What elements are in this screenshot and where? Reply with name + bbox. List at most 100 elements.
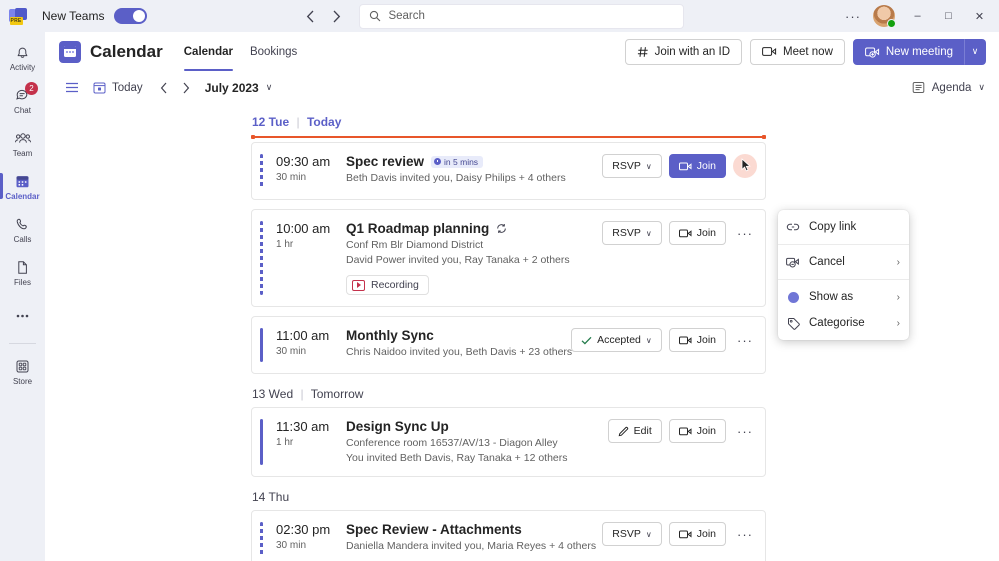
more-options-button[interactable]: ··· [733, 221, 757, 245]
month-selector[interactable]: July 2023 ∨ [205, 81, 273, 95]
join-with-id-button[interactable]: Join with an ID [625, 39, 742, 65]
back-icon[interactable] [299, 5, 321, 27]
sidebar-item-calls[interactable]: Calls [0, 208, 45, 251]
join-button[interactable]: Join [669, 221, 726, 245]
status-badge-label: in 5 mins [444, 157, 478, 167]
day-date-label: 14 Thu [252, 490, 289, 504]
file-icon [14, 258, 31, 277]
video-icon [679, 229, 692, 238]
join-label: Join [697, 334, 716, 346]
join-button[interactable]: Join [669, 419, 726, 443]
people-icon [14, 129, 32, 148]
calendar-app-icon [59, 41, 81, 63]
event-card[interactable]: 11:00 am 30 min Monthly Sync Chris Naido… [251, 316, 766, 374]
teams-logo: PRE [0, 8, 36, 25]
new-meeting-button[interactable]: New meeting [853, 39, 964, 65]
search-icon [369, 10, 381, 22]
context-menu-item-label: Show as [809, 291, 888, 303]
join-button[interactable]: Join [669, 328, 726, 352]
sidebar-item-more[interactable] [0, 294, 45, 337]
chevron-down-icon: ∨ [646, 336, 652, 345]
rsvp-button[interactable]: RSVP ∨ [602, 522, 661, 546]
meet-now-label: Meet now [783, 46, 833, 58]
calendar-toolbar: Today July 2023 ∨ Agenda ∨ [45, 71, 999, 104]
minimize-button[interactable]: – [902, 0, 933, 32]
rsvp-button[interactable]: RSVP ∨ [602, 154, 661, 178]
avatar[interactable] [873, 5, 895, 27]
prev-period-button[interactable] [153, 77, 175, 99]
day-relative-label: Today [307, 115, 341, 129]
tab-bookings[interactable]: Bookings [242, 32, 305, 71]
day-separator: | [300, 387, 303, 401]
event-marker [260, 154, 263, 188]
event-title: Q1 Roadmap planning [346, 221, 489, 236]
event-title: Spec Review - Attachments [346, 522, 522, 537]
next-period-button[interactable] [175, 77, 197, 99]
event-card[interactable]: 02:30 pm 30 min Spec Review - Attachment… [251, 510, 766, 561]
video-icon [679, 162, 692, 171]
join-with-id-label: Join with an ID [655, 46, 730, 58]
recording-chip[interactable]: Recording [346, 275, 429, 295]
event-actions: RSVP ∨ Join ··· [602, 154, 757, 178]
more-options-button[interactable]: ··· [733, 328, 757, 352]
event-title: Design Sync Up [346, 419, 449, 434]
sidebar-item-chat[interactable]: 2 Chat [0, 79, 45, 122]
context-menu-item-show-as[interactable]: Show as › [778, 284, 909, 310]
join-button[interactable]: Join [669, 522, 726, 546]
clock-icon [434, 158, 441, 165]
new-meeting-caret-button[interactable]: ∨ [964, 39, 986, 65]
view-selector[interactable]: Agenda ∨ [912, 81, 985, 94]
rsvp-button[interactable]: Accepted ∨ [571, 328, 662, 352]
join-button[interactable]: Join [669, 154, 726, 178]
edit-button[interactable]: Edit [608, 419, 662, 443]
new-teams-toggle[interactable] [114, 8, 147, 24]
event-actions: RSVP ∨ Join ··· [602, 221, 757, 245]
search-input[interactable]: Search [359, 4, 684, 29]
sidebar-item-files[interactable]: Files [0, 251, 45, 294]
forward-icon[interactable] [325, 5, 347, 27]
title-bar: PRE New Teams Search ··· – □ ✕ [0, 0, 999, 32]
maximize-button[interactable]: □ [933, 0, 964, 32]
day-header: 12 Tue | Today [45, 104, 999, 135]
window-more-icon[interactable]: ··· [840, 9, 866, 24]
recording-label: Recording [371, 279, 419, 291]
event-title: Monthly Sync [346, 328, 434, 343]
more-options-button[interactable]: ··· [733, 154, 757, 178]
sidebar-item-calendar[interactable]: Calendar [0, 165, 45, 208]
sidebar-item-label: Files [14, 278, 31, 287]
chevron-right-icon: › [897, 292, 900, 303]
context-menu-item-categorise[interactable]: Categorise › [778, 310, 909, 336]
rsvp-button[interactable]: RSVP ∨ [602, 221, 661, 245]
event-card[interactable]: 09:30 am 30 min Spec review in 5 mins Be… [251, 142, 766, 200]
join-label: Join [697, 160, 716, 172]
presence-badge [887, 19, 896, 28]
context-menu: Copy link Cancel › Show as › Cat [778, 210, 909, 340]
more-options-button[interactable]: ··· [733, 522, 757, 546]
more-options-button[interactable]: ··· [733, 419, 757, 443]
event-actions: Edit Join ··· [608, 419, 757, 443]
chevron-down-icon: ∨ [646, 530, 652, 539]
event-actions: Accepted ∨ Join ··· [571, 328, 757, 352]
context-menu-item-copy-link[interactable]: Copy link [778, 214, 909, 240]
meet-now-button[interactable]: Meet now [750, 39, 845, 65]
context-menu-item-cancel[interactable]: Cancel › [778, 249, 909, 275]
hamburger-icon[interactable] [61, 77, 83, 99]
event-card[interactable]: 10:00 am 1 hr Q1 Roadmap planning Conf R… [251, 209, 766, 307]
event-card[interactable]: 11:30 am 1 hr Design Sync Up Conference … [251, 407, 766, 477]
event-time: 11:30 am [276, 419, 346, 434]
rsvp-label: RSVP [612, 528, 641, 540]
video-off-icon [786, 257, 800, 268]
sidebar-item-activity[interactable]: Activity [0, 36, 45, 79]
event-time: 11:00 am [276, 328, 346, 343]
sidebar-item-team[interactable]: Team [0, 122, 45, 165]
today-button[interactable]: Today [87, 76, 149, 100]
close-button[interactable]: ✕ [964, 0, 995, 32]
view-label: Agenda [932, 82, 972, 94]
check-icon [581, 336, 592, 345]
sidebar-item-store[interactable]: Store [0, 350, 45, 393]
hash-icon [637, 46, 649, 58]
tab-calendar[interactable]: Calendar [176, 32, 241, 71]
phone-icon [14, 215, 31, 234]
chevron-down-icon: ∨ [646, 229, 652, 238]
tab-label: Calendar [184, 46, 233, 58]
